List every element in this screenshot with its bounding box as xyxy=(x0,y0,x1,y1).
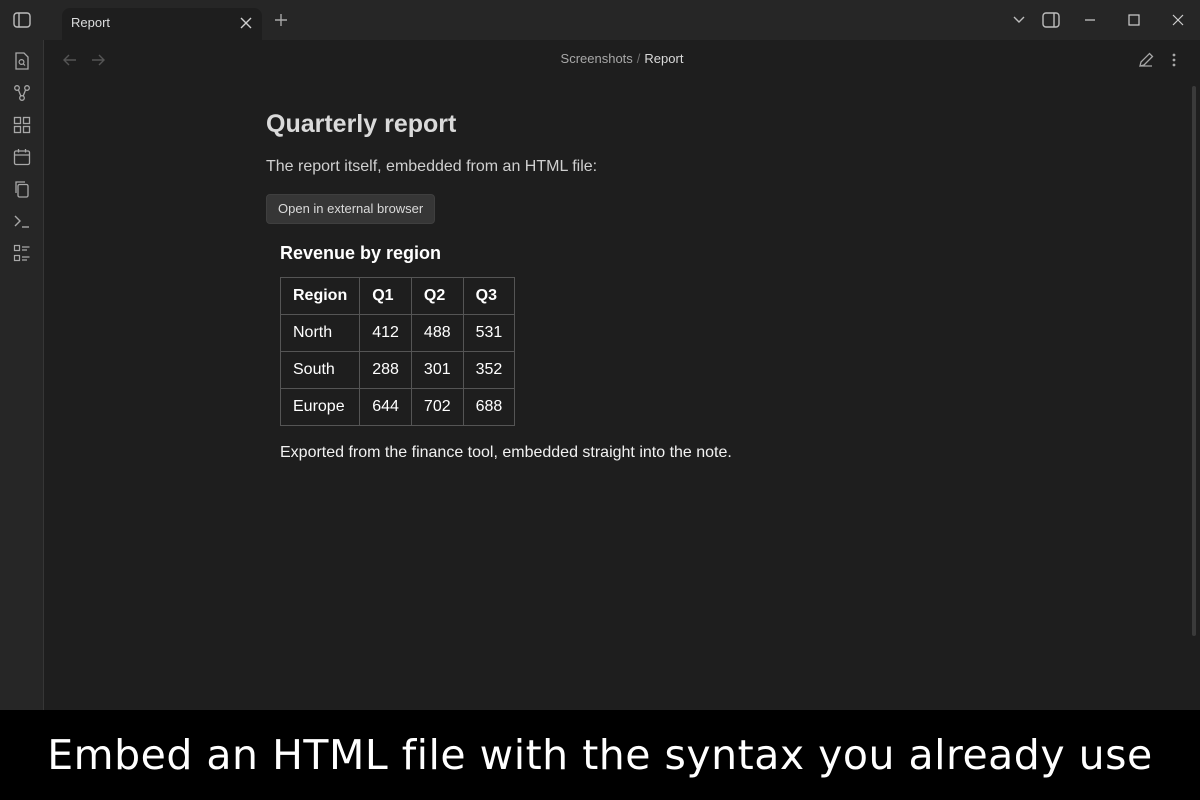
table-header: Q3 xyxy=(462,277,516,315)
table-header: Q2 xyxy=(410,277,464,315)
scrollbar[interactable] xyxy=(1192,86,1196,636)
file-search-icon[interactable] xyxy=(11,50,33,72)
table-header-row: Region Q1 Q2 Q3 xyxy=(279,277,516,315)
breadcrumb: Screenshots / Report xyxy=(44,51,1200,66)
table-cell: Europe xyxy=(279,388,361,426)
table-cell: North xyxy=(279,314,361,352)
open-in-external-browser-button[interactable]: Open in external browser xyxy=(266,194,436,224)
window-close-icon[interactable] xyxy=(1168,10,1188,30)
breadcrumb-current[interactable]: Report xyxy=(644,51,683,66)
tab-title: Report xyxy=(71,15,111,30)
table-cell: 644 xyxy=(359,388,412,426)
embed-heading: Revenue by region xyxy=(280,243,442,263)
caption-text: Embed an HTML file with the syntax you a… xyxy=(47,731,1153,779)
revenue-table: Region Q1 Q2 Q3 North 412 488 531 South … xyxy=(279,277,516,426)
chevron-down-icon[interactable] xyxy=(1009,10,1029,30)
title-bar: Report xyxy=(0,0,1200,40)
table-cell: South xyxy=(279,351,361,389)
new-tab-icon[interactable] xyxy=(271,10,291,30)
note-paragraph: The report itself, embedded from an HTML… xyxy=(266,158,598,175)
sidebar-toggle-icon[interactable] xyxy=(10,9,34,31)
right-sidebar-toggle-icon[interactable] xyxy=(1041,10,1061,30)
embedded-html-report: Revenue by region Region Q1 Q2 Q3 North … xyxy=(279,243,880,462)
breadcrumb-separator: / xyxy=(636,51,641,66)
table-row: North 412 488 531 xyxy=(279,314,516,352)
terminal-icon[interactable] xyxy=(11,210,33,232)
minimize-icon[interactable] xyxy=(1080,10,1100,30)
table-cell: 702 xyxy=(410,388,464,426)
copy-icon[interactable] xyxy=(11,178,33,200)
table-cell: 301 xyxy=(410,351,464,389)
graph-icon[interactable] xyxy=(11,82,33,104)
note-body: Quarterly report The report itself, embe… xyxy=(266,110,966,224)
table-row: South 288 301 352 xyxy=(279,351,516,389)
table-cell: 412 xyxy=(359,314,412,352)
close-icon[interactable] xyxy=(238,15,254,31)
table-cell: 488 xyxy=(410,314,464,352)
table-cell: 531 xyxy=(462,314,516,352)
table-header: Region xyxy=(279,277,361,315)
maximize-icon[interactable] xyxy=(1124,10,1144,30)
breadcrumb-parent[interactable]: Screenshots xyxy=(561,51,633,66)
calendar-icon[interactable] xyxy=(11,146,33,168)
list-icon[interactable] xyxy=(11,242,33,264)
table-header: Q1 xyxy=(359,277,412,315)
table-cell: 352 xyxy=(462,351,516,389)
grid-icon[interactable] xyxy=(11,114,33,136)
table-cell: 688 xyxy=(462,388,516,426)
embed-caption: Exported from the finance tool, embedded… xyxy=(280,444,732,461)
edit-pencil-icon[interactable] xyxy=(1136,50,1156,70)
main-content: Screenshots / Report Quarterly report The … xyxy=(44,40,1200,710)
table-row: Europe 644 702 688 xyxy=(279,388,516,426)
left-ribbon xyxy=(0,40,44,710)
note-title: Quarterly report xyxy=(266,110,457,138)
more-options-icon[interactable] xyxy=(1164,50,1184,70)
caption-banner: Embed an HTML file with the syntax you a… xyxy=(0,710,1200,800)
table-cell: 288 xyxy=(359,351,412,389)
tab-report[interactable]: Report xyxy=(62,8,262,40)
